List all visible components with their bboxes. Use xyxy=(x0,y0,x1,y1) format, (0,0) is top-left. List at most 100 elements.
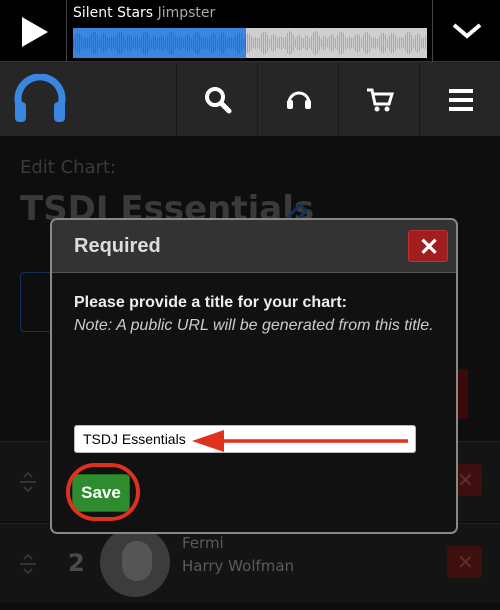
drag-handle-icon[interactable] xyxy=(18,472,38,492)
waveform-bar xyxy=(179,36,180,50)
waveform-bar xyxy=(189,35,190,51)
waveform-bar xyxy=(165,38,166,48)
waveform-bar xyxy=(413,38,414,48)
waveform-bar xyxy=(175,36,176,50)
support-icon xyxy=(287,91,311,109)
waveform-bar xyxy=(231,37,232,49)
cart-button[interactable] xyxy=(338,62,419,137)
waveform-bar xyxy=(193,35,194,51)
waveform-bar xyxy=(383,32,384,54)
waveform-bar xyxy=(367,31,368,55)
waveform-bar xyxy=(347,38,348,48)
waveform-bar xyxy=(139,38,140,48)
waveform-bar xyxy=(243,38,244,48)
dialog-title: Required xyxy=(74,235,161,257)
waveform-bar xyxy=(329,36,330,50)
waveform-bar xyxy=(333,35,334,51)
waveform-bar xyxy=(111,36,112,50)
waveform-bar xyxy=(137,36,138,50)
waveform-bar xyxy=(197,31,198,55)
waveform-bar xyxy=(99,38,100,48)
waveform-bar xyxy=(223,32,224,54)
waveform-bar xyxy=(369,34,370,52)
waveform-bar xyxy=(109,37,110,49)
waveform-bar xyxy=(305,35,306,51)
waveform-bar xyxy=(149,35,150,51)
waveform-bar xyxy=(221,32,222,54)
waveform-bar xyxy=(395,35,396,51)
waveform-bar xyxy=(335,38,336,48)
waveform-bar xyxy=(287,33,288,53)
track-number: 2 xyxy=(68,549,85,577)
close-icon: ✕ xyxy=(457,550,474,574)
waveform-seekbar[interactable] xyxy=(73,28,427,58)
chart-title-input[interactable] xyxy=(74,425,416,453)
waveform-bar xyxy=(337,35,338,51)
waveform-bar xyxy=(309,38,310,48)
dialog-close-button[interactable]: ✕ xyxy=(408,230,448,262)
waveform-bar xyxy=(237,32,238,54)
waveform-bar xyxy=(385,34,386,52)
search-icon xyxy=(205,87,232,114)
waveform-bar xyxy=(75,34,76,52)
waveform-bar xyxy=(159,37,160,49)
waveform-bar xyxy=(377,38,378,48)
waveform-bar xyxy=(251,36,252,50)
close-icon: ✕ xyxy=(419,234,440,261)
waveform-bar xyxy=(319,35,320,51)
waveform-bar xyxy=(295,38,296,48)
dialog-note: Note: A public URL will be generated fro… xyxy=(74,317,434,334)
waveform-bar xyxy=(397,38,398,48)
headphones-logo-icon xyxy=(14,73,66,122)
waveform-bar xyxy=(177,38,178,48)
waveform-bar xyxy=(155,35,156,51)
waveform-bar xyxy=(289,31,290,55)
waveform-bar xyxy=(265,32,266,54)
waveform-bar xyxy=(355,34,356,52)
waveform-bar xyxy=(215,34,216,52)
collapse-player-button[interactable] xyxy=(432,0,500,62)
waveform-bar xyxy=(141,36,142,50)
menu-icon xyxy=(449,89,473,111)
search-button[interactable] xyxy=(176,62,257,137)
play-button[interactable] xyxy=(0,0,67,62)
waveform-bar xyxy=(351,37,352,49)
waveform-bar xyxy=(125,38,126,48)
waveform-bar xyxy=(153,35,154,51)
track-artist: Jimpster xyxy=(157,5,216,21)
waveform-bar xyxy=(411,34,412,52)
waveform-bar xyxy=(151,38,152,48)
waveform-bar xyxy=(271,35,272,51)
site-logo[interactable] xyxy=(12,73,68,130)
waveform-bar xyxy=(273,34,274,52)
waveform-bar xyxy=(345,36,346,50)
save-button[interactable]: Save xyxy=(72,474,130,512)
waveform-bar xyxy=(93,32,94,54)
waveform-bar xyxy=(307,35,308,51)
support-button[interactable] xyxy=(257,62,338,137)
waveform-bar xyxy=(73,39,74,47)
waveform-bar xyxy=(131,36,132,50)
cart-icon xyxy=(367,88,394,112)
waveform-bar xyxy=(267,34,268,52)
remove-track-button[interactable]: ✕ xyxy=(447,546,482,578)
waveform-bar xyxy=(85,37,86,49)
waveform-bar xyxy=(211,33,212,53)
waveform-bar xyxy=(299,35,300,51)
close-icon: ✕ xyxy=(457,468,474,492)
waveform-bar xyxy=(205,36,206,50)
waveform-bar xyxy=(121,32,122,54)
waveform-bar xyxy=(113,37,114,49)
waveform-bar xyxy=(187,34,188,52)
waveform-bar xyxy=(261,33,262,53)
waveform-bar xyxy=(79,33,80,53)
waveform-bar xyxy=(293,35,294,51)
waveform-bar xyxy=(317,32,318,54)
waveform-bar xyxy=(285,36,286,50)
play-icon xyxy=(22,17,48,47)
menu-button[interactable] xyxy=(419,62,500,137)
waveform-bar xyxy=(417,33,418,53)
drag-handle-icon[interactable] xyxy=(18,554,38,574)
chevron-down-icon xyxy=(452,23,482,39)
waveform-bar xyxy=(97,34,98,52)
